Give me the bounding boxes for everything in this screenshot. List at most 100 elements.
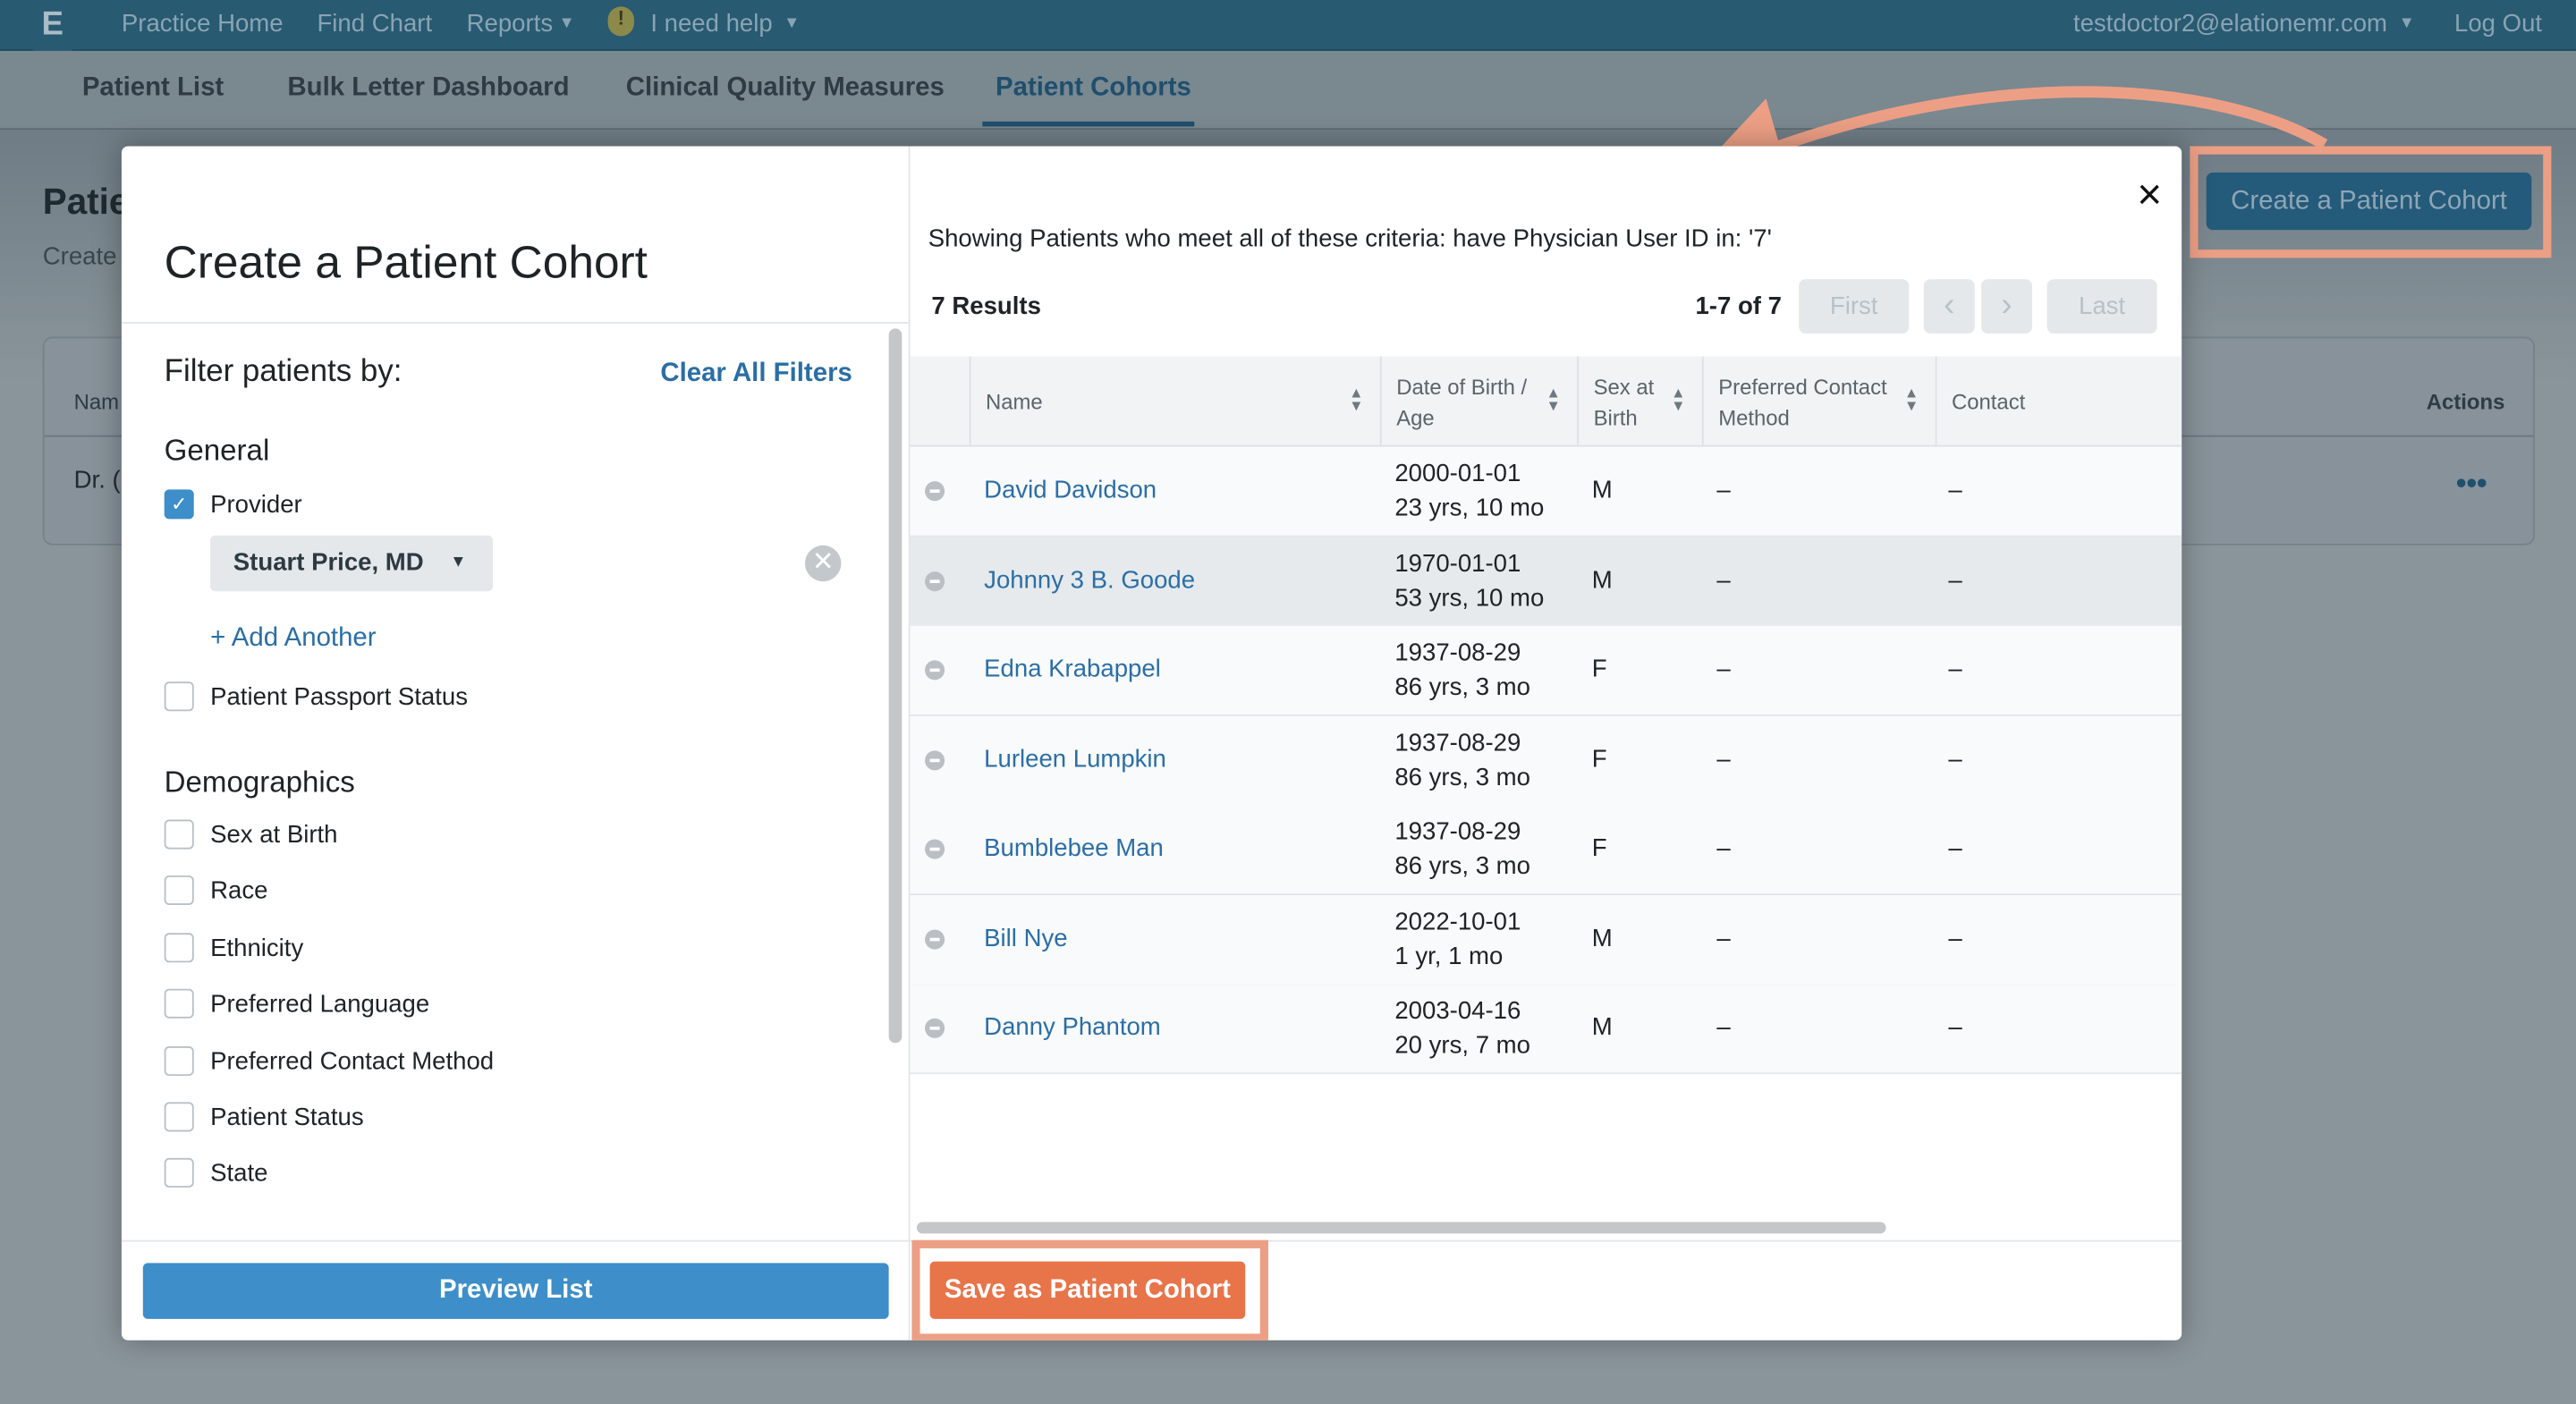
- results-count: 7 Results: [931, 292, 1041, 321]
- table-hscrollbar[interactable]: [916, 1222, 1886, 1234]
- patient-sex: F: [1591, 834, 1607, 863]
- demographic-checkbox[interactable]: [164, 932, 194, 962]
- demographic-label: Race: [210, 877, 268, 906]
- patient-name-link[interactable]: Danny Phantom: [984, 1013, 1161, 1041]
- demographic-checkbox[interactable]: [164, 1158, 194, 1188]
- nav-reports[interactable]: Reports: [467, 10, 553, 38]
- demographic-checkbox[interactable]: [164, 1102, 194, 1132]
- patient-age: 53 yrs, 10 mo: [1394, 583, 1545, 613]
- provider-select[interactable]: Stuart Price, MD ▼: [210, 535, 494, 592]
- col-pref[interactable]: Preferred Contact Method ▲ ▼: [1701, 356, 1936, 445]
- add-another-link[interactable]: + Add Another: [210, 624, 376, 654]
- modal-title: Create a Patient Cohort: [164, 236, 648, 288]
- next-page-button[interactable]: ›: [1981, 279, 2032, 334]
- patient-pref-contact: –: [1716, 744, 1731, 774]
- tab-patient-list[interactable]: Patient List: [82, 74, 224, 104]
- patient-dob: 1937-08-29: [1394, 639, 1521, 667]
- patient-age: 86 yrs, 3 mo: [1394, 673, 1530, 702]
- chevron-down-icon: ▼: [784, 14, 801, 33]
- patient-dob: 1937-08-29: [1394, 817, 1521, 846]
- general-heading: General: [164, 433, 270, 467]
- sort-icon: ▲ ▼: [1671, 384, 1686, 414]
- patient-contact: –: [1948, 924, 1962, 952]
- patient-age: 1 yr, 1 mo: [1394, 942, 1504, 970]
- remove-patient-icon[interactable]: [925, 1018, 945, 1038]
- remove-patient-icon[interactable]: [925, 481, 945, 502]
- col-name: Nam: [73, 389, 120, 414]
- patient-age: 86 yrs, 3 mo: [1394, 763, 1530, 791]
- nav-find-chart[interactable]: Find Chart: [317, 10, 432, 38]
- page-title: Patie: [42, 181, 130, 222]
- table-row[interactable]: Lurleen Lumpkin 1937-08-29 86 yrs, 3 mo …: [910, 715, 2182, 806]
- col-contact: Contact: [1935, 356, 2182, 445]
- filter-scrollbar[interactable]: [888, 328, 902, 1044]
- remove-patient-icon[interactable]: [925, 928, 945, 949]
- remove-provider-icon[interactable]: ✕: [804, 545, 842, 582]
- remove-patient-icon[interactable]: [925, 839, 945, 859]
- patient-age: 20 yrs, 7 mo: [1394, 1031, 1530, 1060]
- nav-practice-home[interactable]: Practice Home: [122, 10, 284, 38]
- patient-name-link[interactable]: Bill Nye: [984, 924, 1067, 952]
- col-actions: Actions: [2426, 389, 2505, 414]
- patient-contact: –: [1948, 476, 1962, 504]
- col-sex[interactable]: Sex at Birth ▲ ▼: [1577, 356, 1702, 445]
- remove-patient-icon[interactable]: [925, 571, 945, 591]
- logout-link[interactable]: Log Out: [2454, 10, 2542, 38]
- demographic-checkbox[interactable]: [164, 989, 194, 1019]
- remove-patient-icon[interactable]: [925, 660, 945, 681]
- table-row[interactable]: Johnny 3 B. Goode 1970-01-01 53 yrs, 10 …: [910, 536, 2182, 627]
- demographic-checkbox[interactable]: [164, 875, 194, 906]
- demographic-label: Preferred Language: [210, 990, 430, 1019]
- last-page-button[interactable]: Last: [2046, 279, 2157, 334]
- remove-patient-icon[interactable]: [925, 749, 945, 770]
- user-menu[interactable]: testdoctor2@elationemr.com: [2073, 10, 2387, 38]
- provider-checkbox[interactable]: ✓: [164, 489, 194, 520]
- patient-dob: 2000-01-01: [1394, 460, 1521, 488]
- patient-pref-contact: –: [1716, 924, 1731, 952]
- patient-name-link[interactable]: Johnny 3 B. Goode: [984, 566, 1195, 594]
- nav-help[interactable]: I need help: [650, 10, 772, 38]
- filter-panel: Create a Patient Cohort Filter patients …: [121, 146, 911, 1341]
- tab-bulk-letter[interactable]: Bulk Letter Dashboard: [287, 74, 569, 104]
- row-name: Dr. (: [73, 466, 121, 495]
- tab-patient-cohorts[interactable]: Patient Cohorts: [996, 74, 1191, 104]
- patient-dob: 1970-01-01: [1394, 549, 1521, 578]
- patient-contact: –: [1948, 834, 1962, 863]
- clear-all-filters-link[interactable]: Clear All Filters: [660, 359, 852, 389]
- sort-icon: ▲ ▼: [1903, 384, 1919, 414]
- patient-dob: 1937-08-29: [1394, 728, 1521, 757]
- patient-name-link[interactable]: Edna Krabappel: [984, 655, 1161, 683]
- patient-name-link[interactable]: Lurleen Lumpkin: [984, 745, 1166, 773]
- table-row[interactable]: Danny Phantom 2003-04-16 20 yrs, 7 mo M …: [910, 984, 2182, 1075]
- first-page-button[interactable]: First: [1799, 279, 1910, 334]
- patient-contact: –: [1948, 655, 1962, 684]
- table-row[interactable]: David Davidson 2000-01-01 23 yrs, 10 mo …: [910, 446, 2182, 537]
- table-row[interactable]: Bumblebee Man 1937-08-29 86 yrs, 3 mo F …: [910, 804, 2182, 896]
- col-name[interactable]: Name ▲ ▼: [969, 356, 1380, 445]
- prev-page-button[interactable]: ‹: [1923, 279, 1975, 334]
- patient-sex: M: [1591, 924, 1613, 952]
- passport-checkbox[interactable]: [164, 681, 194, 712]
- demographic-label: State: [210, 1160, 268, 1188]
- sort-icon: ▲ ▼: [1349, 384, 1364, 414]
- demographic-checkbox[interactable]: [164, 1045, 194, 1076]
- close-icon[interactable]: ×: [2137, 169, 2162, 220]
- more-actions-icon[interactable]: •••: [2456, 467, 2487, 502]
- preview-list-button[interactable]: Preview List: [142, 1263, 889, 1319]
- patient-name-link[interactable]: Bumblebee Man: [984, 834, 1164, 862]
- criteria-text: Showing Patients who meet all of these c…: [928, 224, 1772, 253]
- table-row[interactable]: Edna Krabappel 1937-08-29 86 yrs, 3 mo F…: [910, 625, 2182, 716]
- patient-name-link[interactable]: David Davidson: [984, 477, 1157, 504]
- patient-pref-contact: –: [1716, 1013, 1731, 1042]
- table-row[interactable]: Bill Nye 2022-10-01 1 yr, 1 mo M – –: [910, 894, 2182, 985]
- col-dob[interactable]: Date of Birth / Age ▲ ▼: [1379, 356, 1577, 445]
- patient-sex: M: [1591, 565, 1613, 594]
- patient-pref-contact: –: [1716, 834, 1731, 863]
- table-header: Name ▲ ▼ Date of Birth / Age ▲ ▼ Sex at Birt…: [910, 356, 2182, 449]
- patient-sex: M: [1591, 1013, 1613, 1042]
- tab-cqm[interactable]: Clinical Quality Measures: [626, 74, 945, 104]
- demographic-checkbox[interactable]: [164, 819, 194, 850]
- patient-sex: F: [1591, 744, 1607, 774]
- patient-dob: 2003-04-16: [1394, 996, 1521, 1026]
- patient-contact: –: [1948, 744, 1962, 774]
